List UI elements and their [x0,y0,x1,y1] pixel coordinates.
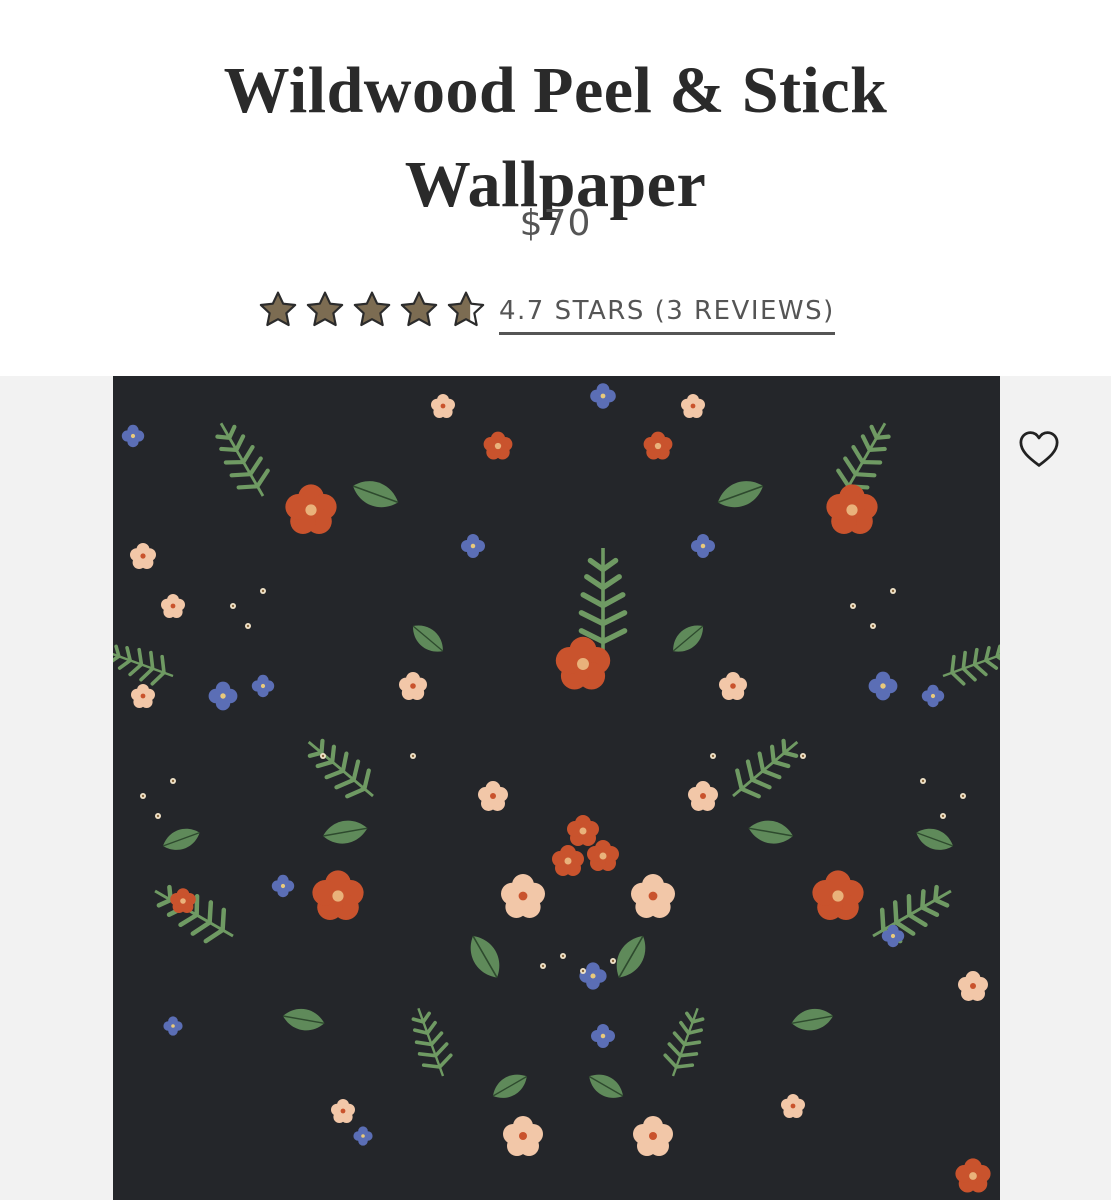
star-icon [306,291,344,327]
star-icon [353,291,391,327]
product-price: $70 [519,203,592,244]
reviews-link[interactable]: 4.7 STARS (3 REVIEWS) [499,296,835,335]
star-half-icon [447,291,485,327]
product-gallery [0,376,1111,1200]
star-icon [259,291,297,327]
wallpaper-image [113,376,1000,1200]
star-rating [258,290,493,330]
product-title-line-1: Wildwood Peel & Stick [223,54,888,128]
product-header: Wildwood Peel & Stick Wallpaper $70 4.7 … [0,0,1111,376]
rating-summary: 4.7 STARS (3 REVIEWS) [258,284,835,336]
star-icon [400,291,438,327]
heart-outline-icon [1019,431,1059,467]
add-to-wishlist-button[interactable] [1016,426,1062,472]
